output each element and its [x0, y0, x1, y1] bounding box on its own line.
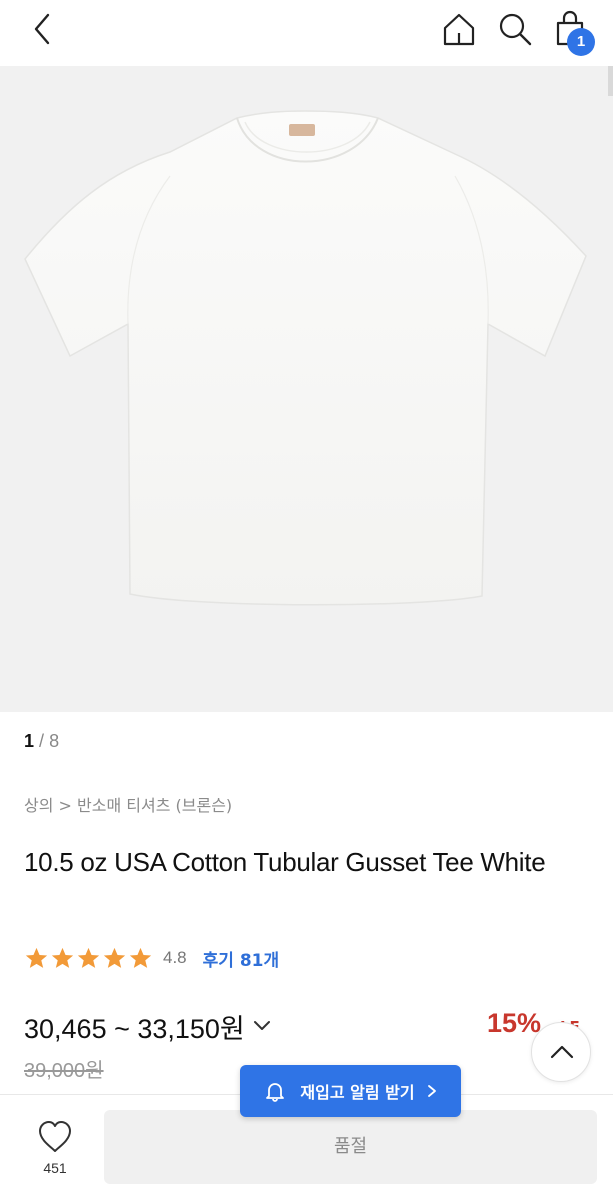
price-row[interactable]: 30,465 ~ 33,150원 [24, 1006, 271, 1046]
like-count: 451 [43, 1160, 67, 1176]
original-price: 39,000원 [24, 1060, 104, 1082]
product-title: 10.5 oz USA Cotton Tubular Gusset Tee Wh… [24, 847, 546, 877]
total-pages: 8 [49, 731, 60, 751]
neck-label [289, 124, 315, 136]
chevron-up-icon [550, 1045, 574, 1059]
like-button[interactable]: 451 [20, 1116, 90, 1186]
scroll-top-button[interactable] [531, 1022, 591, 1082]
star-icon [51, 947, 74, 968]
current-page: 1 [24, 731, 35, 751]
heart-icon [39, 1121, 71, 1152]
star-icon [25, 947, 48, 968]
rating-row: 4.8 후기 81개 [24, 944, 279, 972]
price-range: 30,465 ~ 33,150원 [24, 1013, 245, 1044]
product-image [24, 110, 587, 606]
restock-alert-button[interactable]: 재입고 알림 받기 [240, 1065, 461, 1117]
bell-icon [266, 1083, 285, 1102]
category-breadcrumb[interactable]: 상의 > 반소매 티셔츠 (브론슨) [24, 792, 232, 816]
star-icon [103, 947, 126, 968]
page-separator: / [39, 731, 45, 751]
home-button[interactable] [440, 11, 478, 49]
soldout-button[interactable]: 품절 [104, 1110, 597, 1184]
top-navigation-bar: 1 [0, 0, 613, 64]
search-icon [499, 13, 532, 46]
search-button[interactable] [496, 10, 534, 48]
gallery-scrollbar[interactable] [608, 66, 613, 96]
discount-rate: 15% [487, 1008, 542, 1038]
image-page-counter: 1 / 8 [24, 731, 59, 752]
rating-value: 4.8 [163, 948, 187, 967]
chevron-right-icon [427, 1085, 436, 1097]
back-button[interactable] [26, 10, 60, 50]
star-rating [24, 946, 153, 971]
reviews-link[interactable]: 후기 81개 [203, 946, 280, 971]
restock-alert-label: 재입고 알림 받기 [300, 1083, 415, 1102]
home-icon [443, 13, 475, 46]
star-icon [129, 947, 152, 968]
product-image-gallery[interactable] [0, 66, 613, 712]
chevron-left-icon [34, 13, 50, 45]
star-icon [77, 947, 100, 968]
chevron-down-icon[interactable] [253, 1019, 271, 1033]
cart-count-badge: 1 [567, 28, 595, 56]
